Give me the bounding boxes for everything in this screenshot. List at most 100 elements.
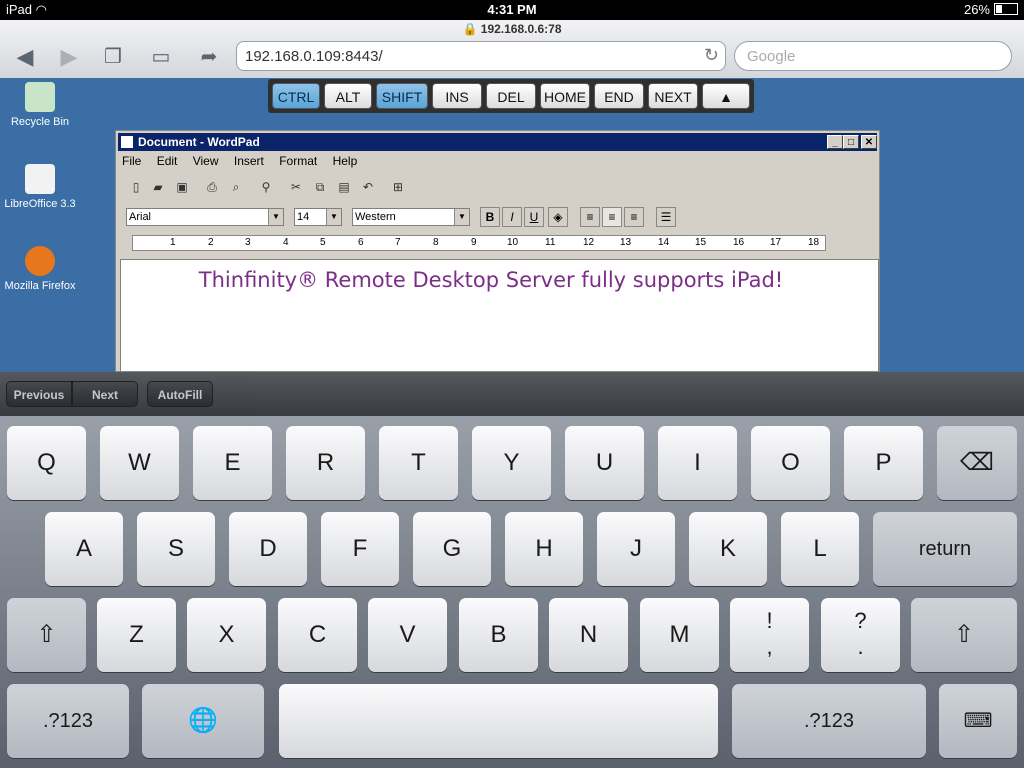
key-t[interactable]: T: [379, 426, 458, 500]
minimize-button[interactable]: _: [827, 135, 843, 149]
key-s[interactable]: S: [137, 512, 215, 586]
shift-key-remote[interactable]: SHIFT: [376, 83, 428, 109]
next-button[interactable]: Next: [72, 381, 138, 407]
forward-button[interactable]: ▶: [54, 42, 84, 72]
alt-key[interactable]: ALT: [324, 83, 372, 109]
desktop-icon-recycle-bin[interactable]: Recycle Bin: [0, 82, 80, 128]
numbers-key-left[interactable]: .?123: [7, 684, 129, 758]
recycle-bin-icon: [25, 82, 55, 112]
firefox-icon: [25, 246, 55, 276]
document-shortcut-icon: [25, 164, 55, 194]
shift-icon: ⇧: [953, 621, 975, 648]
share-icon[interactable]: ➦: [194, 42, 224, 72]
key-u[interactable]: U: [565, 426, 644, 500]
paste-icon[interactable]: ▤: [334, 177, 354, 197]
globe-key[interactable]: 🌐: [142, 684, 264, 758]
shift-key-left[interactable]: ⇧: [7, 598, 86, 672]
menu-format[interactable]: Format: [279, 154, 317, 168]
key-x[interactable]: X: [187, 598, 266, 672]
tabs-icon[interactable]: ❐: [98, 42, 128, 72]
key-h[interactable]: H: [505, 512, 583, 586]
align-left-icon[interactable]: ≡: [580, 207, 600, 227]
document-area[interactable]: Thinfinity® Remote Desktop Server fully …: [120, 259, 879, 371]
menu-edit[interactable]: Edit: [157, 154, 178, 168]
previous-button[interactable]: Previous: [6, 381, 72, 407]
print-icon[interactable]: ⎙: [202, 177, 222, 197]
maximize-button[interactable]: □: [843, 135, 859, 149]
menu-bar: File Edit View Insert Format Help: [122, 154, 369, 168]
italic-button[interactable]: I: [502, 207, 522, 227]
color-icon[interactable]: ◈: [548, 207, 568, 227]
back-button[interactable]: ◀: [10, 42, 40, 72]
url-field[interactable]: 192.168.0.109:8443/ ↻: [236, 41, 726, 71]
numbers-key-right[interactable]: .?123: [732, 684, 926, 758]
key-a[interactable]: A: [45, 512, 123, 586]
key-w[interactable]: W: [100, 426, 179, 500]
open-icon[interactable]: ▰: [148, 177, 168, 197]
new-icon[interactable]: ▯: [126, 177, 146, 197]
key-c[interactable]: C: [278, 598, 357, 672]
up-arrow-key[interactable]: ▲: [702, 83, 750, 109]
key-l[interactable]: L: [781, 512, 859, 586]
key-r[interactable]: R: [286, 426, 365, 500]
search-input[interactable]: Google: [734, 41, 1012, 71]
align-right-icon[interactable]: ≡: [624, 207, 644, 227]
end-key[interactable]: END: [594, 83, 644, 109]
key-n[interactable]: N: [549, 598, 628, 672]
key-k[interactable]: K: [689, 512, 767, 586]
space-key[interactable]: [279, 684, 718, 758]
del-key[interactable]: DEL: [486, 83, 536, 109]
globe-icon: 🌐: [188, 707, 218, 734]
menu-help[interactable]: Help: [333, 154, 358, 168]
key-z[interactable]: Z: [97, 598, 176, 672]
key-d[interactable]: D: [229, 512, 307, 586]
bullets-icon[interactable]: ☰: [656, 207, 676, 227]
key-q[interactable]: Q: [7, 426, 86, 500]
backspace-key[interactable]: ⌫: [937, 426, 1017, 500]
key-f[interactable]: F: [321, 512, 399, 586]
undo-icon[interactable]: ↶: [358, 177, 378, 197]
menu-view[interactable]: View: [193, 154, 219, 168]
close-button[interactable]: ✕: [861, 135, 877, 149]
key-exclamation-comma[interactable]: !,: [730, 598, 809, 672]
key-i[interactable]: I: [658, 426, 737, 500]
hide-keyboard-key[interactable]: ⌨: [939, 684, 1017, 758]
autofill-button[interactable]: AutoFill: [147, 381, 213, 407]
key-m[interactable]: M: [640, 598, 719, 672]
key-e[interactable]: E: [193, 426, 272, 500]
insert-object-icon[interactable]: ⊞: [388, 177, 408, 197]
ctrl-key[interactable]: CTRL: [272, 83, 320, 109]
reload-icon[interactable]: ↻: [704, 45, 719, 66]
menu-insert[interactable]: Insert: [234, 154, 264, 168]
underline-button[interactable]: U: [524, 207, 544, 227]
page-title: 🔒 192.168.0.6:78: [462, 22, 562, 36]
align-center-icon[interactable]: ≡: [602, 207, 622, 227]
key-p[interactable]: P: [844, 426, 923, 500]
find-icon[interactable]: ⚲: [256, 177, 276, 197]
return-key[interactable]: return: [873, 512, 1017, 586]
key-j[interactable]: J: [597, 512, 675, 586]
ruler: 1 2 3 4 5 6 7 8 9 10 11 12 13 14 15 16 1…: [132, 235, 826, 251]
script-select[interactable]: Western ▼: [352, 208, 470, 226]
bold-button[interactable]: B: [480, 207, 500, 227]
font-size-select[interactable]: 14 ▼: [294, 208, 342, 226]
print-preview-icon[interactable]: ⌕: [226, 177, 246, 197]
key-y[interactable]: Y: [472, 426, 551, 500]
font-select[interactable]: Arial ▼: [126, 208, 284, 226]
cut-icon[interactable]: ✂: [286, 177, 306, 197]
desktop-icon-libreoffice[interactable]: LibreOffice 3.3: [0, 164, 80, 210]
desktop-icon-firefox[interactable]: Mozilla Firefox: [0, 246, 80, 292]
bookmarks-icon[interactable]: ▭: [146, 42, 176, 72]
menu-file[interactable]: File: [122, 154, 141, 168]
shift-key-right[interactable]: ⇧: [911, 598, 1017, 672]
key-g[interactable]: G: [413, 512, 491, 586]
key-question-period[interactable]: ?.: [821, 598, 900, 672]
next-key[interactable]: NEXT: [648, 83, 698, 109]
key-b[interactable]: B: [459, 598, 538, 672]
ins-key[interactable]: INS: [432, 83, 482, 109]
save-icon[interactable]: ▣: [172, 177, 192, 197]
copy-icon[interactable]: ⧉: [310, 177, 330, 197]
home-key[interactable]: HOME: [540, 83, 590, 109]
key-o[interactable]: O: [751, 426, 830, 500]
key-v[interactable]: V: [368, 598, 447, 672]
